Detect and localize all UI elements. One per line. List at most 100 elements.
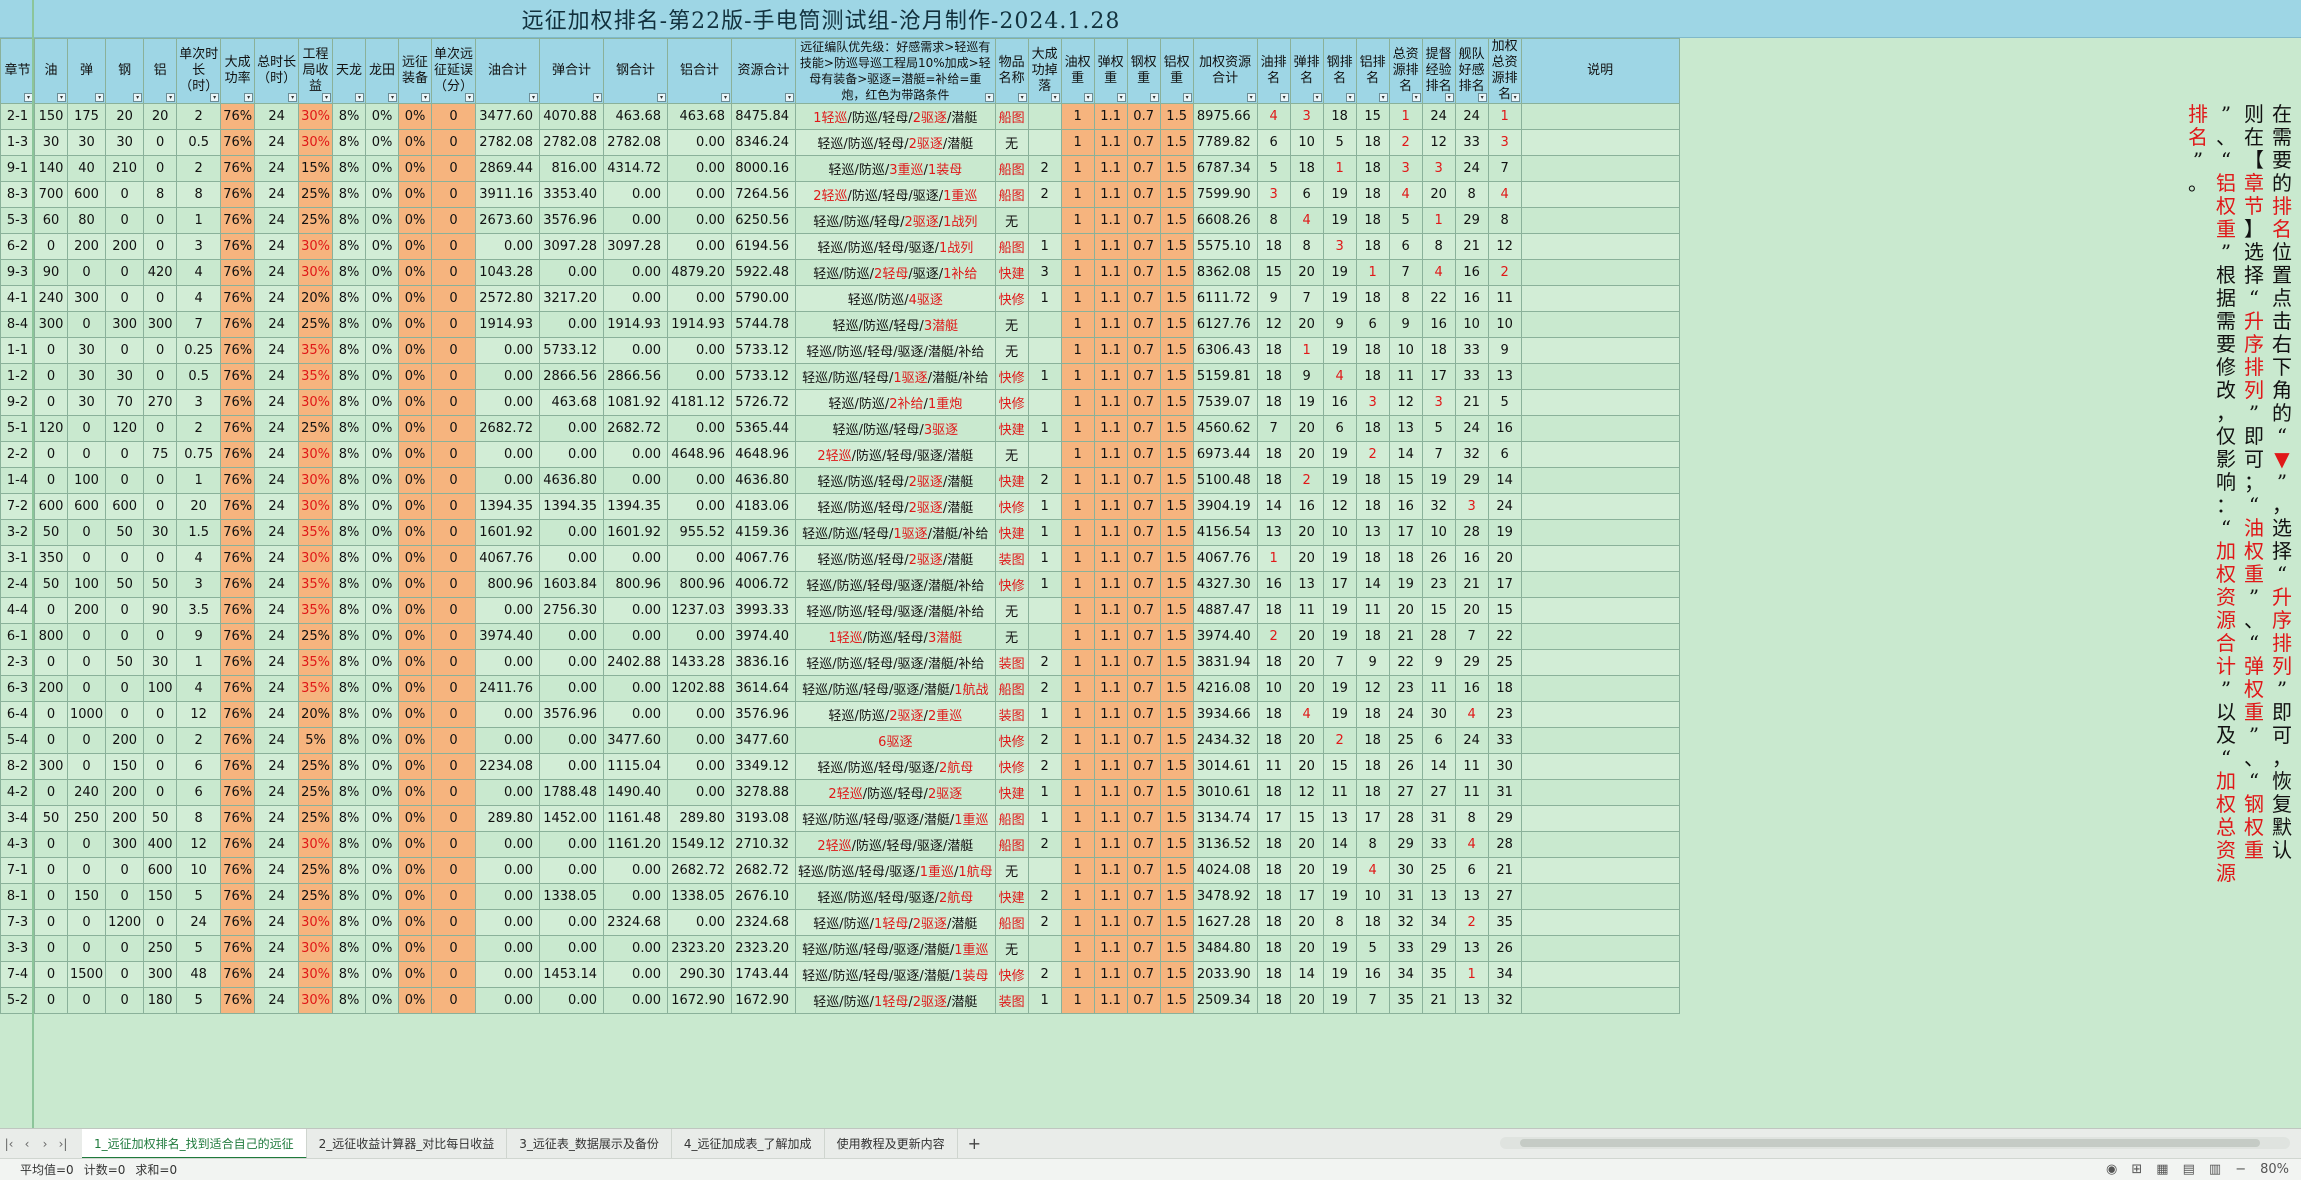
table-cell[interactable]: 0.00 <box>603 961 668 988</box>
table-cell[interactable]: 0.7 <box>1126 909 1161 936</box>
table-cell[interactable]: 轻巡/防巡/2轻母/驱逐/1补给 <box>795 259 996 286</box>
table-cell[interactable]: 1.5 <box>1159 363 1194 390</box>
table-cell[interactable]: 76% <box>220 519 256 546</box>
table-cell[interactable]: 9 <box>1487 337 1522 364</box>
table-cell[interactable]: 20 <box>1289 441 1324 468</box>
table-cell[interactable]: 27 <box>1388 779 1423 806</box>
table-cell[interactable]: 0.7 <box>1126 571 1161 598</box>
freeze-pane-icon[interactable]: ⊞ <box>2131 1162 2142 1177</box>
table-cell[interactable]: 7 <box>1454 623 1489 650</box>
table-cell[interactable]: 0 <box>34 233 68 260</box>
table-cell[interactable]: 19 <box>1322 987 1357 1014</box>
table-cell[interactable]: 0% <box>365 311 399 338</box>
table-cell[interactable] <box>1520 155 1680 182</box>
table-cell[interactable]: 300 <box>143 311 178 338</box>
table-cell[interactable]: 8% <box>332 545 366 572</box>
table-cell[interactable]: 0.00 <box>475 831 540 858</box>
table-cell[interactable]: 0 <box>431 363 476 390</box>
table-cell[interactable]: 5365.44 <box>731 415 796 442</box>
table-cell[interactable]: 1.1 <box>1093 857 1128 884</box>
table-row[interactable]: 9-3 90 0 0 420 4 76% 24 30% 8% 0% 0% 0 1043.28 0.00 0.0… <box>0 259 1680 286</box>
filter-dropdown-icon[interactable]: ▾ <box>166 93 176 102</box>
table-cell[interactable]: 24 <box>254 155 300 182</box>
table-cell[interactable]: 1.5 <box>1159 103 1194 130</box>
table-cell[interactable]: 1394.35 <box>603 493 668 520</box>
table-cell[interactable]: 180 <box>143 987 178 1014</box>
table-cell[interactable]: 30% <box>298 935 333 962</box>
column-header[interactable]: 单次远征延误（分） ▾ <box>431 38 476 104</box>
table-cell[interactable]: 0 <box>143 415 178 442</box>
table-cell[interactable]: 30% <box>298 467 333 494</box>
table-cell[interactable]: 8 <box>1388 285 1423 312</box>
table-cell[interactable]: 0 <box>143 753 178 780</box>
table-cell[interactable]: 6 <box>1322 415 1357 442</box>
table-cell[interactable]: 4067.76 <box>1192 545 1258 572</box>
table-cell[interactable]: 0 <box>143 363 178 390</box>
table-cell[interactable]: 1 <box>1060 571 1095 598</box>
table-cell[interactable]: 1.1 <box>1093 519 1128 546</box>
table-cell[interactable]: 1.1 <box>1093 233 1128 260</box>
table-cell[interactable]: 463.68 <box>603 103 668 130</box>
table-cell[interactable]: 船图 <box>994 233 1029 260</box>
table-cell[interactable]: 18 <box>1256 363 1291 390</box>
table-cell[interactable]: 1 <box>176 207 222 234</box>
table-cell[interactable]: 15 <box>1388 467 1423 494</box>
table-cell[interactable]: 76% <box>220 935 256 962</box>
table-cell[interactable]: 1.5 <box>1159 831 1194 858</box>
table-cell[interactable]: 2710.32 <box>731 831 796 858</box>
table-cell[interactable]: 18 <box>1355 909 1390 936</box>
table-cell[interactable]: 1.5 <box>1159 753 1194 780</box>
table-cell[interactable]: 12 <box>1289 779 1324 806</box>
table-cell[interactable]: 1轻巡/防巡/轻母/3潜艇 <box>795 623 996 650</box>
table-cell[interactable]: 17 <box>1421 363 1456 390</box>
table-cell[interactable]: 30 <box>1388 857 1423 884</box>
table-cell[interactable]: 24 <box>176 909 222 936</box>
table-cell[interactable]: 0 <box>143 207 178 234</box>
table-cell[interactable]: 3478.92 <box>1192 883 1258 910</box>
table-cell[interactable]: 0 <box>431 181 476 208</box>
table-cell[interactable]: 0% <box>365 571 399 598</box>
table-cell[interactable]: 8% <box>332 441 366 468</box>
table-cell[interactable]: 0% <box>365 467 399 494</box>
table-cell[interactable]: 7539.07 <box>1192 389 1258 416</box>
table-cell[interactable]: 13 <box>1454 935 1489 962</box>
table-cell[interactable]: 6787.34 <box>1192 155 1258 182</box>
table-cell[interactable]: 14 <box>1388 441 1423 468</box>
table-cell[interactable]: 1601.92 <box>603 519 668 546</box>
table-cell[interactable]: 3934.66 <box>1192 701 1258 728</box>
table-cell[interactable]: 0 <box>431 675 476 702</box>
table-cell[interactable]: 0.00 <box>667 285 732 312</box>
table-cell[interactable]: 0.7 <box>1126 493 1161 520</box>
table-cell[interactable]: 20% <box>298 285 333 312</box>
table-cell[interactable]: 0% <box>365 103 399 130</box>
table-cell[interactable]: 2673.60 <box>475 207 540 234</box>
table-cell[interactable]: 0 <box>431 389 476 416</box>
table-cell[interactable]: 0 <box>66 675 107 702</box>
table-cell[interactable]: 1 <box>1027 701 1062 728</box>
table-cell[interactable]: 48 <box>176 961 222 988</box>
table-cell[interactable]: 76% <box>220 883 256 910</box>
table-cell[interactable]: 4 <box>1421 259 1456 286</box>
table-cell[interactable]: 1914.93 <box>475 311 540 338</box>
table-cell[interactable]: 12 <box>1322 493 1357 520</box>
table-cell[interactable]: 24 <box>254 883 300 910</box>
table-cell[interactable]: 12 <box>1421 129 1456 156</box>
table-cell[interactable]: 3134.74 <box>1192 805 1258 832</box>
table-cell[interactable]: 24 <box>254 831 300 858</box>
table-cell[interactable]: 0 <box>34 363 68 390</box>
table-cell[interactable]: 0 <box>105 987 145 1014</box>
table-cell[interactable]: 120 <box>34 415 68 442</box>
table-cell[interactable]: 240 <box>34 285 68 312</box>
table-cell[interactable]: 76% <box>220 415 256 442</box>
table-cell[interactable]: 1.5 <box>1159 649 1194 676</box>
table-cell[interactable]: 1338.05 <box>539 883 604 910</box>
table-cell[interactable]: 1 <box>1060 675 1095 702</box>
table-cell[interactable]: 0.00 <box>539 857 604 884</box>
table-cell[interactable]: 11 <box>1421 675 1456 702</box>
table-cell[interactable]: 21 <box>1487 857 1522 884</box>
table-cell[interactable]: 90 <box>34 259 68 286</box>
table-cell[interactable]: 1.1 <box>1093 779 1128 806</box>
table-cell[interactable]: 0% <box>398 857 432 884</box>
table-cell[interactable]: 0 <box>34 441 68 468</box>
table-cell[interactable]: 3278.88 <box>731 779 796 806</box>
